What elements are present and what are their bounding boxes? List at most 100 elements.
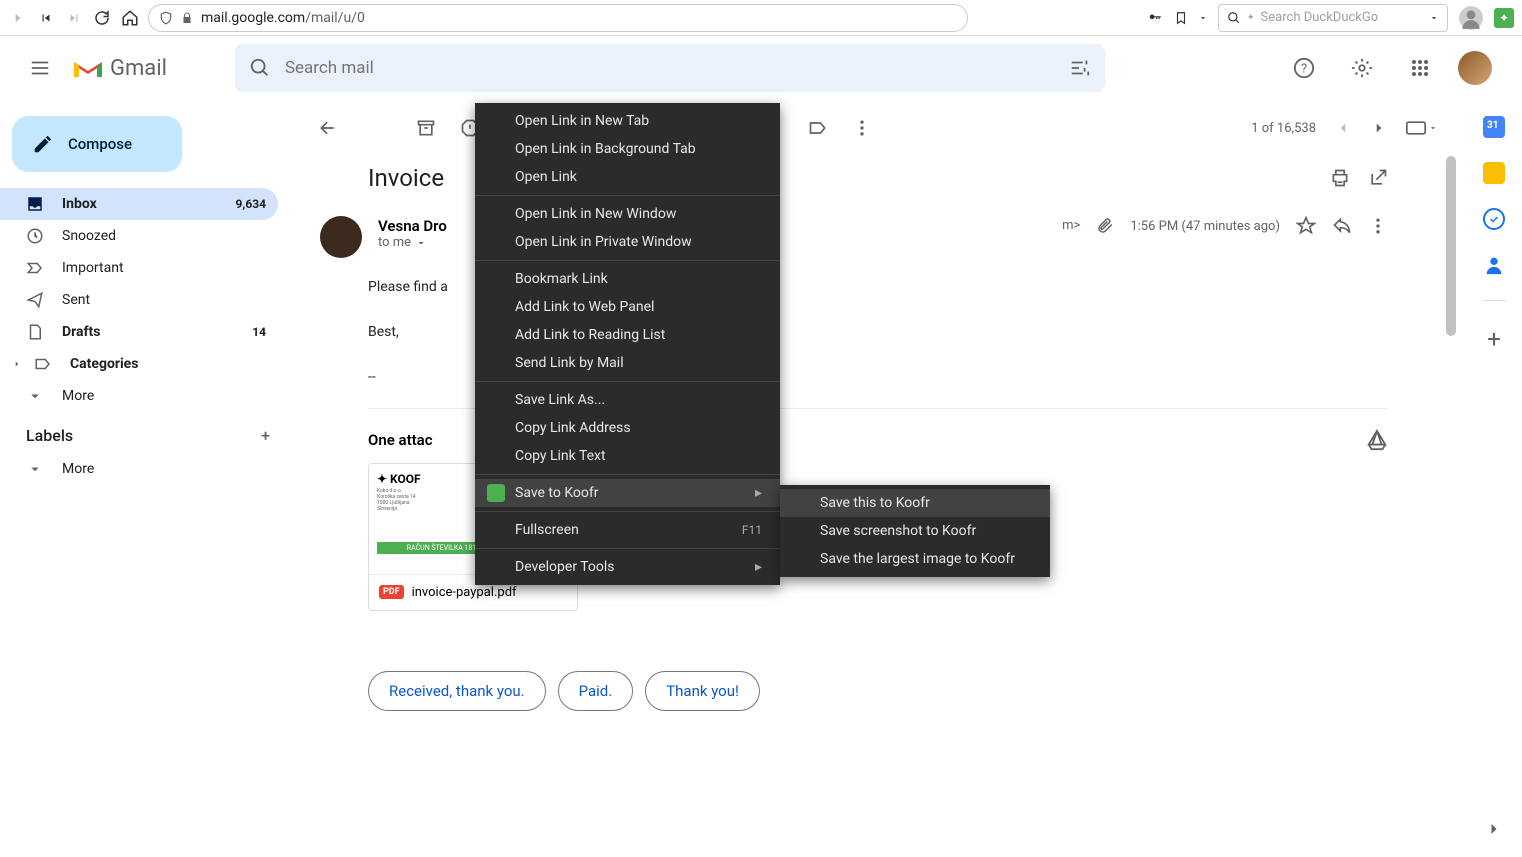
help-icon[interactable]: ? xyxy=(1284,48,1324,88)
search-icon xyxy=(1227,11,1241,25)
ctx-open-bg-tab[interactable]: Open Link in Background Tab xyxy=(475,135,780,163)
separator xyxy=(475,474,780,475)
sidebar-item-categories[interactable]: Categories xyxy=(0,348,278,380)
archive-button[interactable] xyxy=(416,118,436,138)
chevron-right-icon: ▸ xyxy=(755,559,762,575)
search-input[interactable] xyxy=(285,58,1055,78)
email-toolbar: 1 of 16,538 xyxy=(298,100,1458,156)
ctx-open-private[interactable]: Open Link in Private Window xyxy=(475,228,780,256)
gmail-logo[interactable]: Gmail xyxy=(72,56,167,81)
expand-side-panel-button[interactable] xyxy=(1484,819,1504,839)
forward-icon[interactable] xyxy=(8,8,28,28)
rewind-icon[interactable] xyxy=(36,8,56,28)
search-mail-container[interactable] xyxy=(235,44,1105,92)
ctx-devtools[interactable]: Developer Tools ▸ xyxy=(475,553,780,581)
clock-icon xyxy=(26,227,44,245)
next-button[interactable] xyxy=(1370,119,1388,137)
sidebar: Compose Inbox 9,634 Snoozed Important Se… xyxy=(0,100,290,857)
sub-save-screenshot[interactable]: Save screenshot to Koofr xyxy=(780,517,1050,545)
inbox-icon xyxy=(26,195,44,213)
ctx-save-koofr[interactable]: Save to Koofr ▸ xyxy=(475,479,780,507)
ctx-bookmark[interactable]: Bookmark Link xyxy=(475,265,780,293)
sidebar-item-more[interactable]: More xyxy=(0,380,278,412)
browser-search-field[interactable]: ✦ Search DuckDuckGo xyxy=(1218,4,1448,32)
popout-button[interactable] xyxy=(1368,168,1388,188)
timestamp: 1:56 PM (47 minutes ago) xyxy=(1130,219,1280,234)
scrollbar[interactable] xyxy=(1444,156,1458,857)
scrollbar-thumb[interactable] xyxy=(1446,156,1456,336)
ctx-send-mail[interactable]: Send Link by Mail xyxy=(475,349,780,377)
labels-header: Labels + xyxy=(0,412,290,453)
email-content-pane: 1 of 16,538 Invoice Vesna Dro to m xyxy=(298,100,1458,857)
print-button[interactable] xyxy=(1330,168,1350,188)
filter-icon[interactable] xyxy=(1069,57,1091,79)
keep-icon[interactable] xyxy=(1483,162,1505,184)
labels-button[interactable] xyxy=(808,118,828,138)
smart-reply-row: Received, thank you. Paid. Thank you! xyxy=(368,671,1388,711)
search-icon xyxy=(249,57,271,79)
prev-button[interactable] xyxy=(1334,119,1352,137)
add-label-button[interactable]: + xyxy=(261,426,270,445)
attachment-filename: invoice-paypal.pdf xyxy=(412,585,517,600)
ctx-copy-text[interactable]: Copy Link Text xyxy=(475,442,780,470)
ctx-open-new-window[interactable]: Open Link in New Window xyxy=(475,200,780,228)
extension-icon[interactable]: ✦ xyxy=(1494,8,1514,28)
input-tool-button[interactable] xyxy=(1406,121,1438,135)
smart-reply-1[interactable]: Received, thank you. xyxy=(368,671,546,711)
calendar-icon[interactable] xyxy=(1483,116,1505,138)
ctx-web-panel[interactable]: Add Link to Web Panel xyxy=(475,293,780,321)
more-button[interactable] xyxy=(1368,216,1388,236)
svg-text:?: ? xyxy=(1301,62,1307,77)
chevron-down-icon xyxy=(26,387,44,405)
reload-icon[interactable] xyxy=(92,8,112,28)
settings-icon[interactable] xyxy=(1342,48,1382,88)
url-bar[interactable]: mail.google.com/mail/u/0 xyxy=(148,4,968,32)
smart-reply-3[interactable]: Thank you! xyxy=(645,671,760,711)
ctx-fullscreen[interactable]: Fullscreen F11 xyxy=(475,516,780,544)
home-icon[interactable] xyxy=(120,8,140,28)
sidebar-item-sent[interactable]: Sent xyxy=(0,284,278,316)
bookmark-icon[interactable] xyxy=(1174,10,1188,26)
sidebar-labels-more[interactable]: More xyxy=(0,453,278,485)
sidebar-item-drafts[interactable]: Drafts 14 xyxy=(0,316,278,348)
sub-save-this[interactable]: Save this to Koofr xyxy=(780,489,1050,517)
sidebar-item-snoozed[interactable]: Snoozed xyxy=(0,220,278,252)
ctx-open-link[interactable]: Open Link xyxy=(475,163,780,191)
gmail-logo-text: Gmail xyxy=(110,56,167,81)
tasks-icon[interactable] xyxy=(1483,208,1505,230)
main-menu-button[interactable] xyxy=(16,44,64,92)
profile-icon[interactable] xyxy=(1458,5,1484,31)
sender-avatar[interactable] xyxy=(320,216,362,258)
koofr-icon xyxy=(487,484,505,502)
ctx-save-as[interactable]: Save Link As... xyxy=(475,386,780,414)
bookmark-dropdown-icon[interactable] xyxy=(1198,13,1208,23)
chevron-down-icon xyxy=(26,460,44,478)
compose-button[interactable]: Compose xyxy=(12,116,182,172)
shield-icon xyxy=(159,11,173,25)
more-button[interactable] xyxy=(852,118,872,138)
smart-reply-2[interactable]: Paid. xyxy=(558,671,634,711)
apps-icon[interactable] xyxy=(1400,48,1440,88)
sidebar-item-inbox[interactable]: Inbox 9,634 xyxy=(0,188,278,220)
back-button[interactable] xyxy=(318,118,338,138)
sidebar-item-important[interactable]: Important xyxy=(0,252,278,284)
key-icon[interactable] xyxy=(1146,11,1164,25)
account-avatar[interactable] xyxy=(1458,51,1492,85)
separator xyxy=(475,548,780,549)
star-button[interactable] xyxy=(1296,216,1316,236)
reply-button[interactable] xyxy=(1332,216,1352,236)
ctx-copy-address[interactable]: Copy Link Address xyxy=(475,414,780,442)
dropdown-icon[interactable] xyxy=(1429,13,1439,23)
ctx-open-new-tab[interactable]: Open Link in New Tab xyxy=(475,107,780,135)
gmail-header: Gmail ? xyxy=(0,36,1522,100)
fast-forward-icon[interactable] xyxy=(64,8,84,28)
pencil-icon xyxy=(32,133,54,155)
sub-save-largest[interactable]: Save the largest image to Koofr xyxy=(780,545,1050,573)
pagination-text: 1 of 16,538 xyxy=(1251,121,1316,136)
ctx-reading-list[interactable]: Add Link to Reading List xyxy=(475,321,780,349)
add-panel-button[interactable]: + xyxy=(1487,325,1501,353)
compose-label: Compose xyxy=(68,135,132,153)
save-to-drive-button[interactable] xyxy=(1366,429,1388,451)
contacts-icon[interactable] xyxy=(1483,254,1505,276)
attachment-icon xyxy=(1096,217,1114,235)
